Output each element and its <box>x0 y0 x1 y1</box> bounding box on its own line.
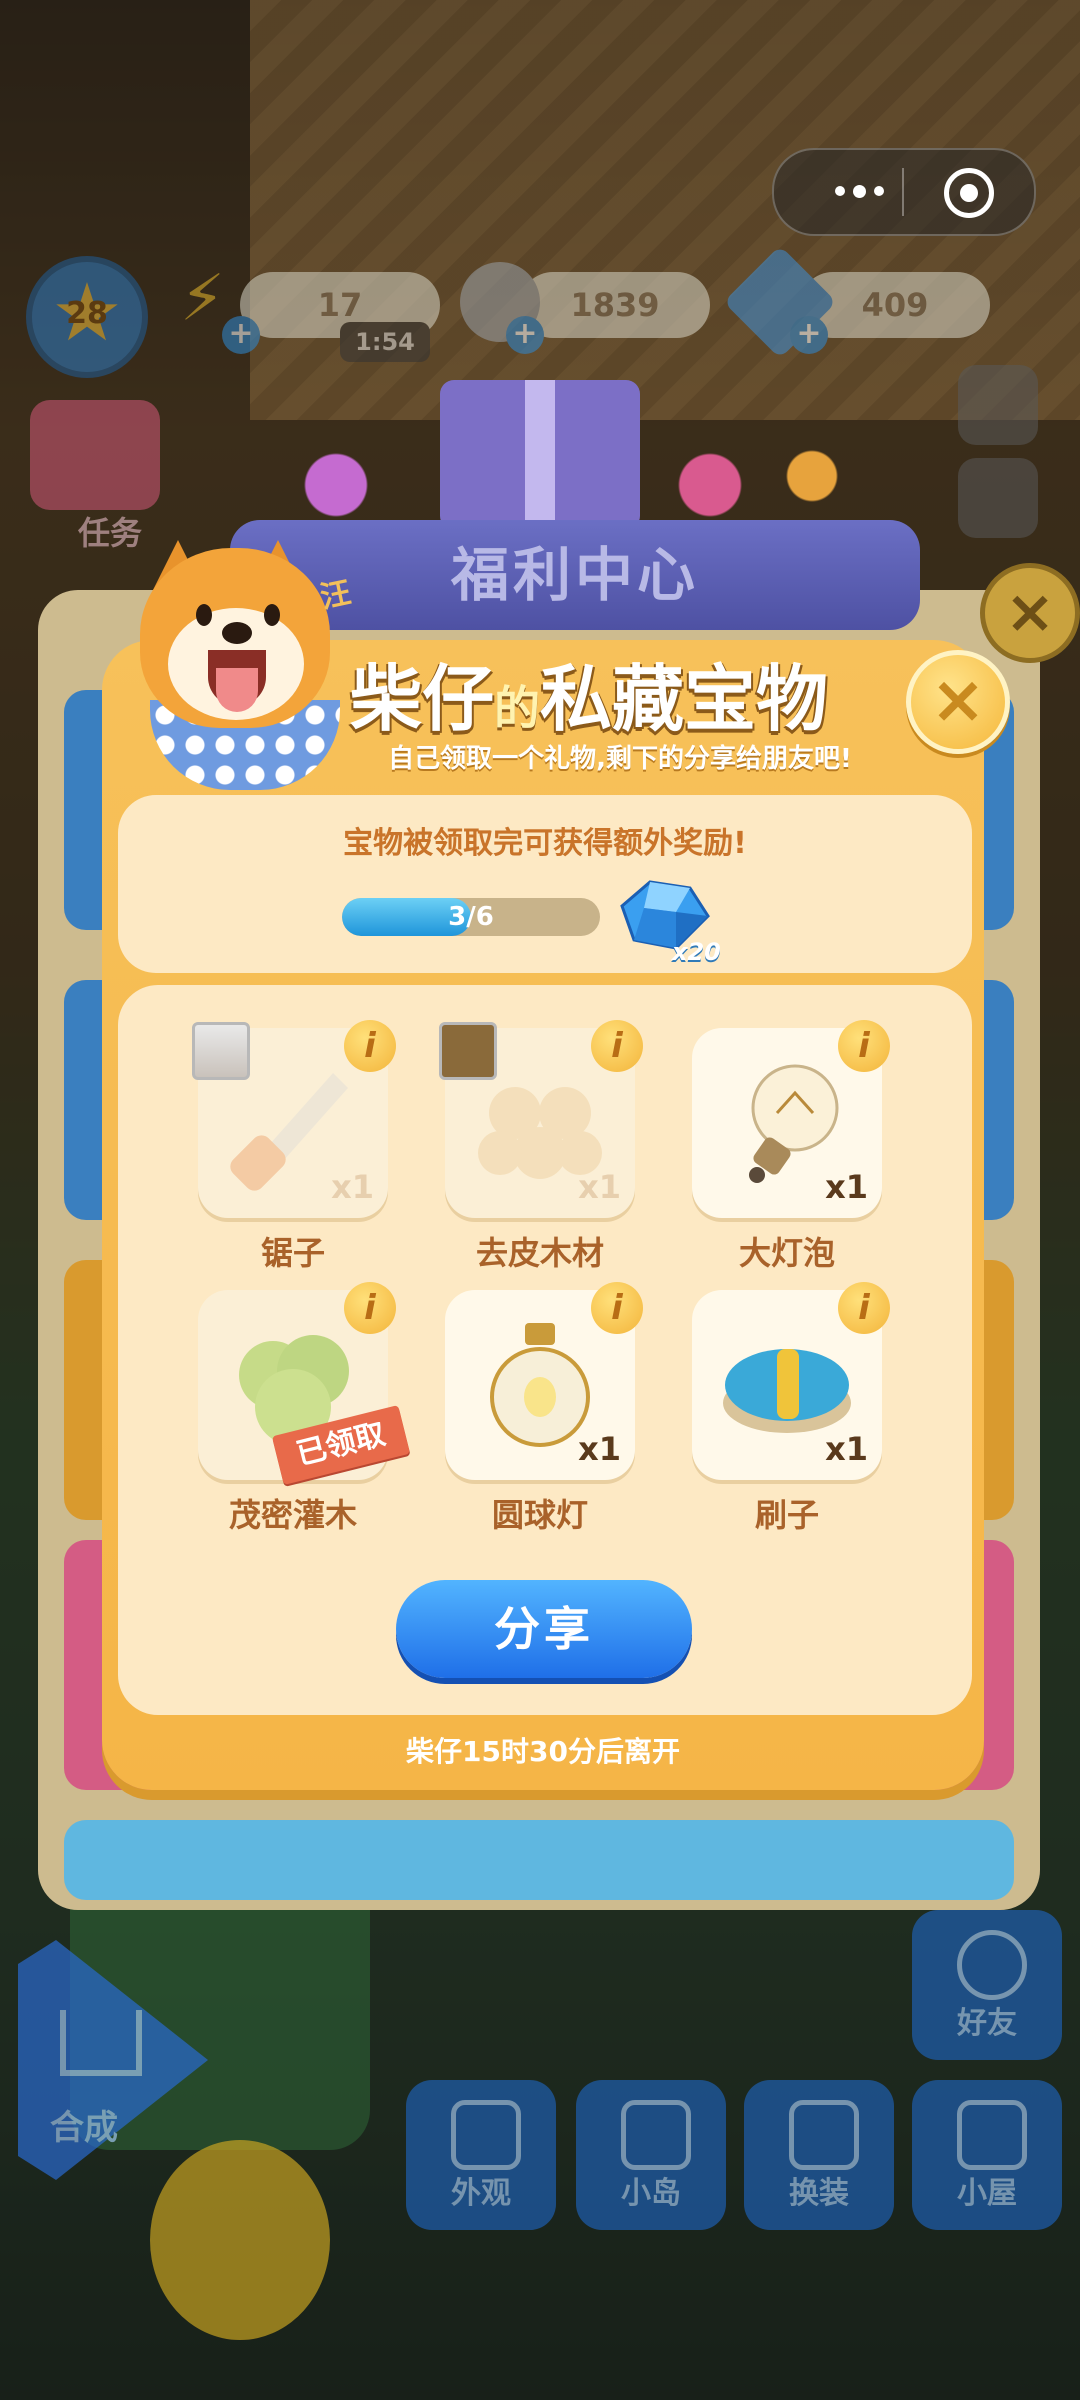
sofa-icon <box>957 2100 1027 2170</box>
paintbrush-icon <box>451 2100 521 2170</box>
info-icon[interactable]: i <box>838 1282 890 1334</box>
add-coins-button[interactable]: + <box>506 316 544 354</box>
friend-avatar <box>439 1022 497 1080</box>
more-menu-button[interactable] <box>814 166 904 216</box>
task-label: 任务 <box>77 514 142 552</box>
outfit-label: 换装 <box>789 2176 849 2211</box>
dog-eye <box>264 604 280 626</box>
info-icon[interactable]: i <box>344 1020 396 1072</box>
coin-counter: 1839 <box>520 272 710 338</box>
item-brush[interactable]: i x1 <box>692 1282 890 1480</box>
info-icon[interactable]: i <box>591 1020 643 1072</box>
item-count: x1 <box>825 1430 868 1468</box>
duck-decoration <box>150 2140 330 2340</box>
dialog-subtitle: 自己领取一个礼物,剩下的分享给朋友吧! <box>388 744 852 774</box>
item-label: 大灯泡 <box>738 1234 835 1272</box>
shirt-icon <box>789 2100 859 2170</box>
item-saw[interactable]: i x1 <box>192 1020 396 1218</box>
title-part2: 的 <box>494 681 541 735</box>
item-globe-lamp[interactable]: i x1 <box>445 1282 643 1480</box>
appearance-button[interactable]: 外观 <box>406 2080 556 2230</box>
camera-icon[interactable] <box>958 458 1038 538</box>
panel-row <box>64 1820 1014 1900</box>
item-label: 锯子 <box>260 1234 325 1272</box>
reward-count: x20 <box>672 938 721 966</box>
house-button[interactable]: 小屋 <box>912 2080 1062 2230</box>
capsule-divider <box>902 168 904 216</box>
friend-avatar <box>192 1022 250 1080</box>
item-logs[interactable]: i x1 <box>439 1020 643 1218</box>
lightning-icon: ⚡ <box>180 262 225 336</box>
friends-button[interactable]: 好友 <box>912 1910 1062 2060</box>
dog-eye <box>196 604 212 626</box>
add-gems-button[interactable]: + <box>790 316 828 354</box>
close-welfare-button[interactable]: × <box>980 563 1080 663</box>
dog-tongue <box>216 668 258 712</box>
progress-description: 宝物被领取完可获得额外奖励! <box>343 826 747 861</box>
task-icon[interactable] <box>30 400 160 510</box>
level-badge: ★ 28 <box>26 256 148 378</box>
title-part3: 私藏宝物 <box>540 657 829 741</box>
info-icon[interactable]: i <box>838 1020 890 1072</box>
progress-label: 3/6 <box>448 902 494 932</box>
miniprogram-capsule <box>772 148 1036 236</box>
gift-ribbon <box>525 380 555 530</box>
item-light-bulb[interactable]: i x1 <box>692 1020 890 1218</box>
friends-icon <box>957 1930 1027 2000</box>
settings-icon[interactable] <box>958 365 1038 445</box>
outfit-button[interactable]: 换装 <box>744 2080 894 2230</box>
item-count: x1 <box>578 1168 621 1206</box>
leave-timer-text: 柴仔15时30分后离开 <box>406 1735 680 1768</box>
energy-timer: 1:54 <box>340 322 430 362</box>
item-label: 茂密灌木 <box>228 1496 357 1534</box>
info-icon[interactable]: i <box>344 1282 396 1334</box>
merge-label: 合成 <box>50 2108 118 2148</box>
add-energy-button[interactable]: + <box>222 316 260 354</box>
item-label: 圆球灯 <box>491 1496 588 1534</box>
title-part1: 柴仔 <box>350 657 495 741</box>
close-dialog-button[interactable]: × <box>906 650 1010 754</box>
friends-label: 好友 <box>957 2006 1017 2041</box>
level-value: 28 <box>66 296 108 331</box>
info-icon[interactable]: i <box>591 1282 643 1334</box>
item-count: x1 <box>825 1168 868 1206</box>
island-label: 小岛 <box>621 2176 681 2211</box>
item-label: 刷子 <box>754 1496 819 1534</box>
item-count: x1 <box>331 1168 374 1206</box>
close-miniprogram-icon[interactable] <box>944 168 994 218</box>
house-label: 小屋 <box>957 2176 1017 2211</box>
appearance-label: 外观 <box>451 2176 511 2211</box>
item-count: x1 <box>578 1430 621 1468</box>
dog-nose <box>222 622 252 644</box>
share-button[interactable]: 分享 <box>396 1580 692 1678</box>
item-bush[interactable]: i 已领取 <box>198 1282 411 1485</box>
palm-tree-icon <box>621 2100 691 2170</box>
island-button[interactable]: 小岛 <box>576 2080 726 2230</box>
item-label: 去皮木材 <box>475 1234 604 1272</box>
home-icon <box>60 2010 142 2076</box>
dialog-title: 柴仔的私藏宝物 <box>350 640 880 741</box>
